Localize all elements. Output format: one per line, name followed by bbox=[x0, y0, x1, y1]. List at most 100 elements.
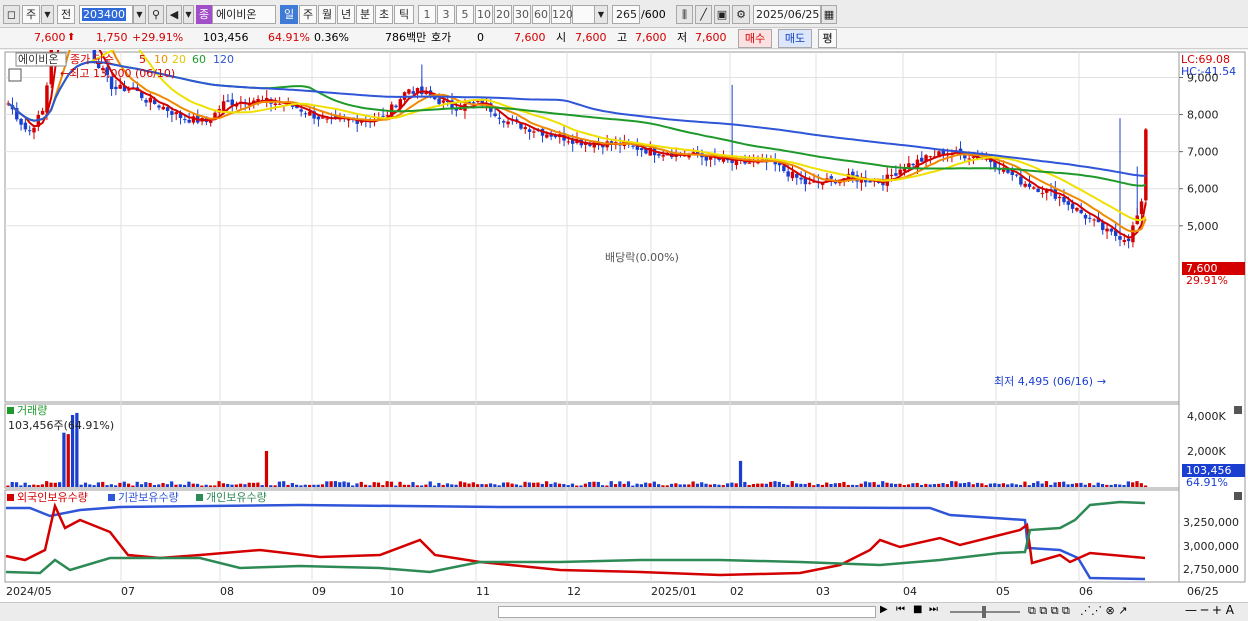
type-select[interactable]: 주 bbox=[22, 5, 40, 24]
min-arrow-icon: → bbox=[1097, 375, 1106, 388]
candle-icon[interactable]: ⫼ bbox=[676, 5, 693, 24]
volume-bar bbox=[691, 481, 695, 487]
stock-code-value: 203400 bbox=[82, 8, 126, 21]
volume-bar bbox=[919, 485, 924, 487]
volume-bar bbox=[355, 483, 359, 487]
layout-icon[interactable]: ⧉ ⧉ ⧉ ⧉ bbox=[1028, 604, 1070, 618]
interval-60[interactable]: 60 bbox=[532, 5, 550, 24]
volume-bar bbox=[898, 483, 902, 487]
zoom-controls-icon[interactable]: — ─ + A bbox=[1185, 603, 1234, 617]
search-icon[interactable]: ⚲ bbox=[148, 5, 164, 24]
volume-bar bbox=[588, 482, 592, 487]
individual-legend-marker bbox=[196, 494, 203, 501]
volume-bar bbox=[652, 481, 656, 487]
buy-button[interactable]: 매수 bbox=[738, 29, 772, 48]
candle-body bbox=[566, 141, 571, 143]
volume-bar bbox=[303, 484, 307, 487]
volume-close-icon[interactable] bbox=[1234, 406, 1242, 414]
zoom-slider-handle[interactable] bbox=[982, 606, 986, 618]
ma-120-label: 120 bbox=[213, 53, 234, 66]
candle-body bbox=[321, 117, 325, 119]
candle-body bbox=[493, 113, 497, 117]
volume-bar bbox=[1049, 484, 1053, 487]
average-button[interactable]: 평 bbox=[818, 29, 837, 48]
holdings-tick-label: 3,250,000 bbox=[1183, 516, 1239, 529]
volume-bar bbox=[312, 484, 316, 487]
speaker-icon[interactable]: ◀ bbox=[166, 5, 182, 24]
period-year[interactable]: 년 bbox=[337, 5, 355, 24]
draw-icon[interactable]: ╱ bbox=[695, 5, 712, 24]
tools-icon[interactable]: ⋰⋰ ⊗ ↗ bbox=[1080, 604, 1127, 617]
window-icon[interactable]: ◻ bbox=[3, 5, 20, 24]
interval-30[interactable]: 30 bbox=[513, 5, 531, 24]
individual-legend: 개인보유수량 bbox=[206, 491, 267, 504]
candle-body bbox=[1092, 219, 1096, 221]
volume-tick-label: 4,000K bbox=[1187, 410, 1226, 423]
volume-bar bbox=[131, 485, 135, 487]
stock-code-input[interactable]: 203400 bbox=[79, 5, 133, 24]
max-price-annotation: ←최고 13,000 (06/10) bbox=[60, 67, 175, 80]
volume-bar bbox=[506, 482, 510, 487]
stop-icon[interactable]: ■ bbox=[913, 604, 927, 619]
candle-body bbox=[407, 89, 411, 94]
date-input[interactable]: 2025/06/25 bbox=[753, 5, 821, 24]
ma-60-label: 60 bbox=[192, 53, 206, 66]
period-month[interactable]: 월 bbox=[318, 5, 336, 24]
price-tick-label: 5,000 bbox=[1187, 220, 1219, 233]
prev-button[interactable]: 전 bbox=[57, 5, 75, 24]
volume-bar bbox=[32, 484, 36, 487]
candle-body bbox=[1139, 201, 1144, 215]
volume-bar bbox=[135, 481, 139, 487]
save-icon[interactable]: ▣ bbox=[714, 5, 730, 24]
holdings-close-icon[interactable] bbox=[1234, 492, 1242, 500]
foreign-legend: 외국인보유수량 bbox=[17, 491, 88, 504]
volume-bar bbox=[975, 482, 980, 487]
interval-3[interactable]: 3 bbox=[437, 5, 455, 24]
period-week[interactable]: 주 bbox=[299, 5, 317, 24]
first-icon[interactable]: ⏮ bbox=[896, 604, 912, 619]
volume-bar bbox=[1135, 481, 1139, 487]
volume-bar bbox=[743, 481, 747, 487]
code-dropdown-icon[interactable]: ▼ bbox=[133, 5, 146, 24]
count-input[interactable]: 265 bbox=[612, 5, 640, 24]
volume-bar bbox=[648, 483, 652, 487]
sell-button[interactable]: 매도 bbox=[778, 29, 812, 48]
volume-bar bbox=[993, 483, 997, 487]
volume-bar bbox=[928, 484, 932, 487]
period-tick[interactable]: 틱 bbox=[394, 5, 414, 24]
interval-dropdown-icon[interactable]: ▼ bbox=[594, 5, 608, 24]
period-day[interactable]: 일 bbox=[280, 5, 298, 24]
volume-bar bbox=[674, 483, 678, 487]
stock-name-field[interactable]: 에이비온 bbox=[212, 5, 276, 24]
volume-bar bbox=[794, 483, 799, 487]
gear-icon[interactable]: ⚙ bbox=[732, 5, 750, 24]
interval-10[interactable]: 10 bbox=[475, 5, 493, 24]
speaker-dropdown-icon[interactable]: ▼ bbox=[183, 5, 194, 24]
x-axis: 2024/05 07 08 09 10 11 12 2025/01 02 03 04 05 06 06/2… bbox=[6, 585, 1219, 598]
chart-svg[interactable]: 에이비온 종가 단순 5 10 20 60 120 ←최고 13,000 (06… bbox=[0, 0, 1248, 603]
volume-bar bbox=[682, 484, 687, 487]
x-axis-label: 08 bbox=[220, 585, 234, 598]
interval-1[interactable]: 1 bbox=[418, 5, 436, 24]
volume-bar bbox=[958, 483, 962, 487]
period-second[interactable]: 초 bbox=[375, 5, 393, 24]
scroll-right-icon[interactable]: ▶ bbox=[880, 604, 894, 619]
chevron-down-icon[interactable]: ▼ bbox=[41, 5, 54, 24]
volume-bar bbox=[148, 482, 152, 487]
chart-area[interactable]: 에이비온 종가 단순 5 10 20 60 120 ←최고 13,000 (06… bbox=[0, 0, 1248, 603]
volume-bar bbox=[174, 484, 178, 487]
volume-bar bbox=[40, 484, 45, 487]
grid-toggle-icon[interactable] bbox=[8, 68, 22, 82]
last-icon[interactable]: ⏭ bbox=[929, 604, 945, 619]
volume-bar bbox=[1118, 484, 1122, 487]
horizontal-scrollbar[interactable] bbox=[498, 606, 876, 618]
interval-120[interactable]: 120 bbox=[551, 5, 573, 24]
volume-bar bbox=[277, 481, 282, 487]
calendar-icon[interactable]: ▦ bbox=[821, 5, 837, 24]
volume-bar bbox=[286, 484, 290, 487]
period-minute[interactable]: 분 bbox=[356, 5, 374, 24]
interval-20[interactable]: 20 bbox=[494, 5, 512, 24]
interval-5[interactable]: 5 bbox=[456, 5, 474, 24]
volume-bar bbox=[760, 483, 764, 487]
volume-bar bbox=[325, 481, 329, 487]
